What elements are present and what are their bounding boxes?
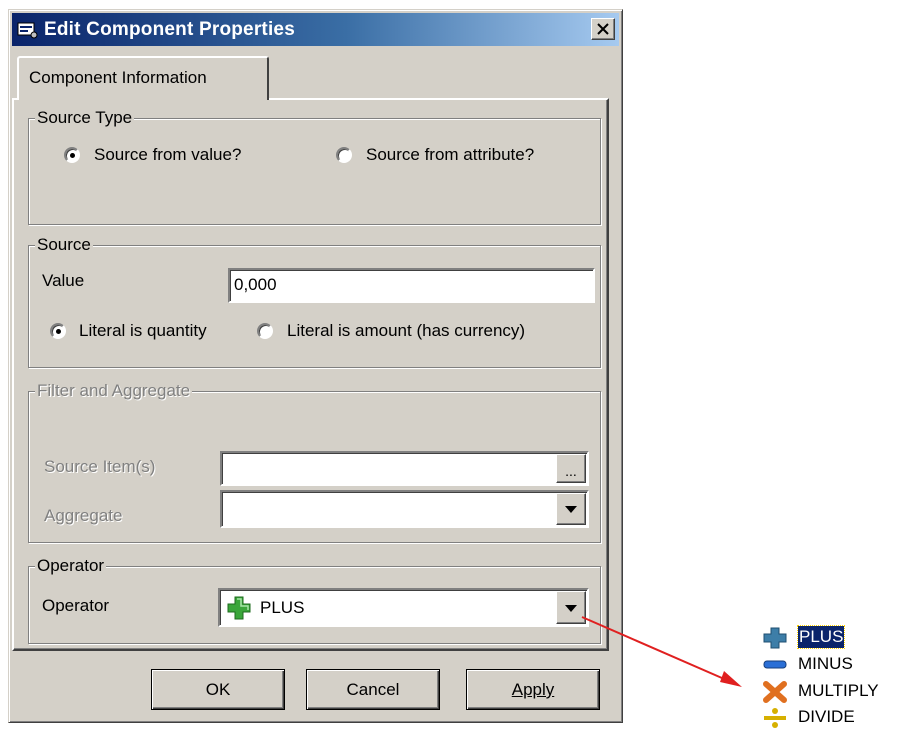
source-from-value-radio[interactable] [64, 147, 80, 163]
cancel-button-label: Cancel [346, 680, 400, 699]
aggregate-select[interactable] [220, 490, 589, 528]
source-from-value-label[interactable]: Source from value? [94, 144, 241, 166]
filter-aggregate-legend: Filter and Aggregate [35, 380, 193, 402]
source-from-attribute-label[interactable]: Source from attribute? [366, 144, 534, 166]
source-items-label: Source Item(s) [44, 457, 156, 476]
cancel-button[interactable]: Cancel [306, 669, 440, 710]
literal-quantity-label[interactable]: Literal is quantity [79, 320, 207, 342]
operator-option-label: DIVIDE [798, 707, 855, 726]
operator-select[interactable]: PLUS [218, 588, 589, 627]
operator-option-label: PLUS [796, 625, 846, 649]
source-group: Source [28, 234, 601, 368]
value-label: Value [42, 271, 85, 290]
source-type-legend: Source Type [35, 107, 135, 129]
title-bar[interactable]: Edit Component Properties [12, 13, 619, 46]
value-input[interactable]: 0,000 [228, 268, 595, 303]
browse-button[interactable]: ... [556, 454, 586, 483]
tab-label: Component Information [29, 68, 207, 87]
browse-button-label: ... [565, 463, 577, 479]
plus-icon [763, 627, 787, 649]
operator-option-label: MINUS [798, 654, 853, 673]
ok-button[interactable]: OK [151, 669, 285, 710]
apply-button-label: Apply [511, 680, 555, 699]
close-icon [597, 23, 609, 35]
minus-icon [763, 660, 787, 669]
annotation-arrow [581, 616, 742, 687]
plus-icon [227, 596, 251, 620]
tab-component-information[interactable]: Component Information [17, 56, 269, 100]
source-from-attribute-radio[interactable] [336, 147, 352, 163]
literal-quantity-radio[interactable] [50, 323, 66, 339]
close-button[interactable] [591, 18, 615, 40]
operator-legend: Operator [35, 555, 107, 577]
source-items-input[interactable]: ... [220, 451, 589, 486]
ok-button-label: OK [205, 680, 231, 699]
aggregate-label: Aggregate [44, 506, 123, 525]
operator-label: Operator [42, 596, 110, 615]
source-type-group: Source Type [28, 107, 601, 225]
source-legend: Source [35, 234, 93, 256]
app-icon [17, 22, 38, 39]
value-input-text: 0,000 [234, 275, 277, 294]
operator-option-label: MULTIPLY [798, 681, 879, 700]
chevron-down-icon [565, 506, 577, 513]
window-title: Edit Component Properties [44, 19, 295, 40]
multiply-icon [763, 681, 787, 703]
literal-amount-label[interactable]: Literal is amount (has currency) [287, 320, 525, 342]
operator-selected-text: PLUS [260, 598, 305, 617]
literal-amount-radio[interactable] [257, 323, 273, 339]
aggregate-dropdown-button[interactable] [556, 493, 586, 525]
divide-icon [764, 708, 786, 728]
